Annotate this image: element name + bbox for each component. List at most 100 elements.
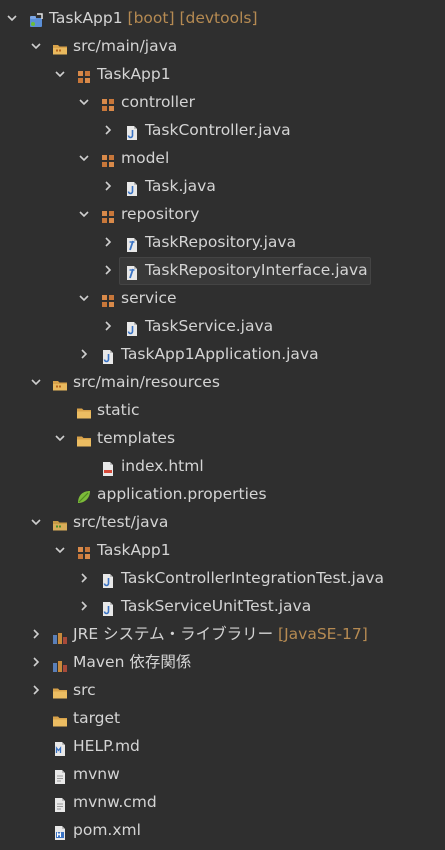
java-file-icon	[124, 122, 140, 140]
tree-item-label: src/main/resources	[73, 373, 220, 391]
tree-item[interactable]: TaskService.java	[0, 312, 445, 340]
tree-item-label: TaskService.java	[145, 317, 274, 335]
text-file-icon	[52, 766, 68, 784]
chevron-right-icon[interactable]	[28, 648, 44, 676]
chevron-right-icon[interactable]	[100, 228, 116, 256]
tree-item[interactable]: src/test/java	[0, 508, 445, 536]
tree-item-label: TaskApp1Application.java	[121, 345, 319, 363]
chevron-down-icon[interactable]	[76, 200, 92, 228]
tree-item-label: TaskServiceUnitTest.java	[121, 597, 312, 615]
tree-item[interactable]: HELP.md	[0, 732, 445, 760]
tree-item[interactable]: TaskApp1Application.java	[0, 340, 445, 368]
tree-item[interactable]: TaskApp1 [boot] [devtools]	[0, 4, 445, 32]
tree-item[interactable]: service	[0, 284, 445, 312]
tree-item[interactable]: templates	[0, 424, 445, 452]
tree-item[interactable]: Maven 依存関係	[0, 648, 445, 676]
tree-item[interactable]: model	[0, 144, 445, 172]
java-file-icon	[100, 598, 116, 616]
maven-pom-icon	[52, 822, 68, 840]
folder-icon	[52, 682, 68, 699]
java-file-icon	[124, 318, 140, 336]
test-source-folder-icon	[52, 514, 68, 531]
chevron-right-icon[interactable]	[100, 116, 116, 144]
tree-item-label: TaskApp1	[97, 541, 171, 559]
chevron-down-icon[interactable]	[76, 144, 92, 172]
tree-item-label: repository	[121, 205, 200, 223]
tree-item[interactable]: TaskRepositoryInterface.java	[0, 256, 445, 285]
project-icon	[28, 10, 44, 27]
tree-item[interactable]: static	[0, 396, 445, 424]
tree-item[interactable]: src	[0, 676, 445, 704]
chevron-down-icon[interactable]	[4, 4, 20, 32]
package-icon	[100, 290, 116, 307]
chevron-right-icon[interactable]	[76, 340, 92, 368]
tree-item[interactable]: mvnw.cmd	[0, 788, 445, 816]
tree-item[interactable]: TaskServiceUnitTest.java	[0, 592, 445, 620]
tree-item-label: TaskControllerIntegrationTest.java	[121, 569, 385, 587]
tree-item-label: TaskController.java	[145, 121, 291, 139]
text-file-icon	[52, 794, 68, 812]
folder-icon	[52, 710, 68, 727]
tree-item[interactable]: TaskApp1	[0, 536, 445, 564]
project-explorer-tree: TaskApp1 [boot] [devtools] src/main/java T…	[0, 4, 445, 844]
tree-item-label: controller	[121, 93, 195, 111]
tree-item[interactable]: src/main/java	[0, 32, 445, 60]
tree-item-label: TaskRepository.java	[145, 233, 297, 251]
tree-item[interactable]: JRE システム・ライブラリー [JavaSE-17]	[0, 620, 445, 648]
chevron-right-icon[interactable]	[100, 256, 116, 284]
tree-item-label: templates	[97, 429, 176, 447]
chevron-right-icon[interactable]	[28, 620, 44, 648]
chevron-right-icon[interactable]	[100, 172, 116, 200]
package-icon	[76, 66, 92, 83]
library-icon	[52, 626, 68, 644]
tree-item[interactable]: src/main/resources	[0, 368, 445, 396]
tree-item[interactable]: TaskControllerIntegrationTest.java	[0, 564, 445, 592]
chevron-down-icon[interactable]	[52, 424, 68, 452]
tree-item-label: target	[73, 709, 121, 727]
markdown-file-icon	[52, 738, 68, 756]
tree-item-label: index.html	[121, 457, 204, 475]
tree-item[interactable]: index.html	[0, 452, 445, 480]
folder-icon	[76, 430, 92, 447]
tree-item[interactable]: repository	[0, 200, 445, 228]
chevron-down-icon[interactable]	[28, 32, 44, 60]
chevron-down-icon[interactable]	[76, 88, 92, 116]
tree-item-decoration: [JavaSE-17]	[273, 625, 368, 643]
package-icon	[76, 542, 92, 559]
folder-icon	[76, 402, 92, 419]
tree-item-label: pom.xml	[73, 821, 141, 839]
tree-item-label: application.properties	[97, 485, 267, 503]
chevron-down-icon[interactable]	[28, 508, 44, 536]
chevron-right-icon[interactable]	[76, 564, 92, 592]
chevron-right-icon[interactable]	[100, 312, 116, 340]
library-icon	[52, 654, 68, 672]
tree-item[interactable]: target	[0, 704, 445, 732]
tree-item-label: TaskApp1	[49, 9, 123, 27]
chevron-down-icon[interactable]	[52, 536, 68, 564]
chevron-down-icon[interactable]	[52, 60, 68, 88]
tree-item-label: TaskApp1	[97, 65, 171, 83]
tree-item-label: src/test/java	[73, 513, 169, 531]
tree-item-label: src/main/java	[73, 37, 178, 55]
source-folder-icon	[52, 374, 68, 391]
tree-item-label: Task.java	[145, 177, 216, 195]
tree-item[interactable]: pom.xml	[0, 816, 445, 844]
tree-item[interactable]: TaskRepository.java	[0, 228, 445, 256]
tree-item[interactable]: TaskApp1	[0, 60, 445, 88]
package-icon	[100, 150, 116, 167]
tree-item[interactable]: Task.java	[0, 172, 445, 200]
chevron-down-icon[interactable]	[76, 284, 92, 312]
chevron-down-icon[interactable]	[28, 368, 44, 396]
chevron-right-icon[interactable]	[28, 676, 44, 704]
tree-item-label: JRE システム・ライブラリー	[73, 625, 274, 643]
tree-item-label: src	[73, 681, 96, 699]
tree-item[interactable]: controller	[0, 88, 445, 116]
chevron-right-icon[interactable]	[76, 592, 92, 620]
source-folder-icon	[52, 38, 68, 55]
tree-item-label: mvnw.cmd	[73, 793, 157, 811]
tree-item[interactable]: TaskController.java	[0, 116, 445, 144]
tree-item-label: service	[121, 289, 177, 307]
tree-item[interactable]: application.properties	[0, 480, 445, 508]
tree-item[interactable]: mvnw	[0, 760, 445, 788]
java-interface-file-icon	[124, 234, 140, 252]
